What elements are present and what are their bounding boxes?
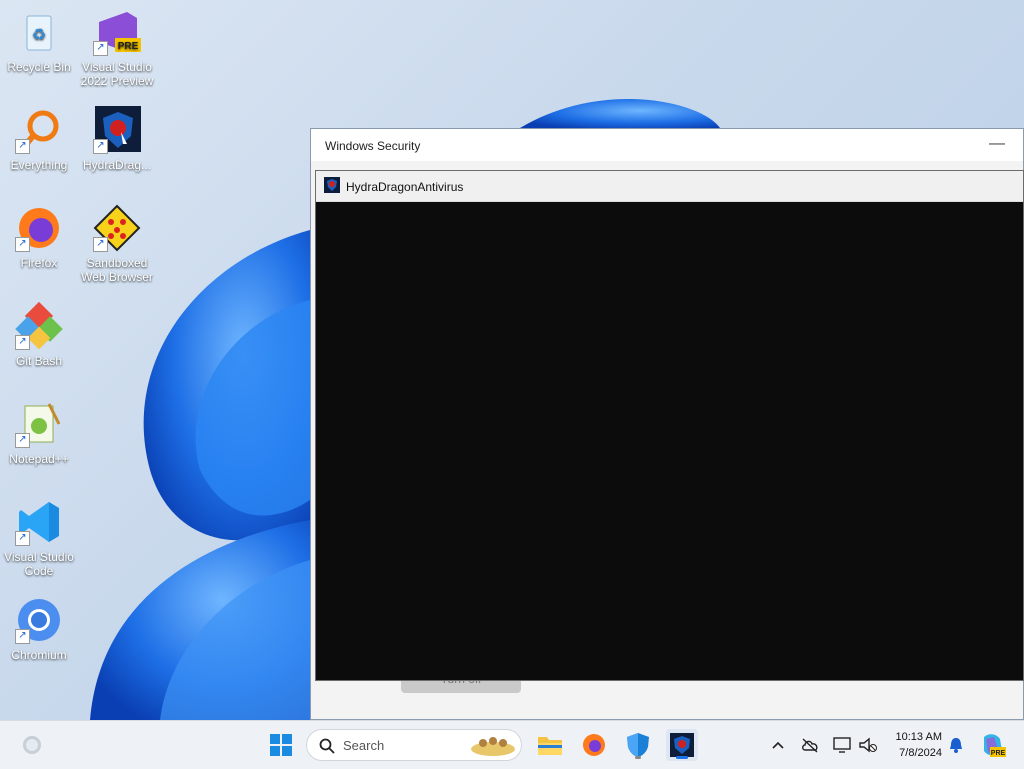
shortcut-arrow-icon: ↗ [93,139,108,154]
visual-studio-icon: PRE ↗ [93,8,141,56]
hydradragon-console-window[interactable]: HydraDragonAntivirus [315,170,1024,681]
shield-icon [627,733,649,757]
svg-text:PRE: PRE [118,41,139,52]
firefox-icon [583,734,605,756]
taskbar-firefox[interactable] [578,729,610,761]
desktop-icon-everything[interactable]: ↗ Everything [2,106,76,172]
desktop-icon-git-bash[interactable]: ↗ Git Bash [2,301,76,368]
svg-text:PRE: PRE [991,750,1006,757]
console-output-area[interactable] [316,202,1023,680]
show-hidden-icons-button[interactable] [768,735,788,755]
network-display-icon [833,737,851,753]
console-titlebar[interactable]: HydraDragonAntivirus [316,171,1023,202]
vscode-icon: ↗ [15,498,63,546]
git-bash-icon: ↗ [15,301,63,350]
taskbar: Search 10:13 AM 7/8/2024 PRE [0,720,1024,769]
start-button[interactable] [265,729,297,761]
taskbar-file-explorer[interactable] [534,729,566,761]
hydradragon-app-icon [324,177,340,193]
window-titlebar[interactable]: Windows Security — [311,129,1023,161]
desktop-icon-hydradragon[interactable]: ↗ HydraDrag... [80,106,154,172]
windows-logo-icon [270,734,292,756]
clock-date: 7/8/2024 [899,747,942,759]
copilot-icon: PRE [984,734,1006,757]
shortcut-arrow-icon: ↗ [93,237,108,252]
desktop-icon-visual-studio-preview[interactable]: PRE ↗ Visual Studio 2022 Preview [80,8,154,88]
sandboxed-browser-icon: ↗ [93,204,141,252]
shortcut-arrow-icon: ↗ [15,629,30,644]
chevron-up-icon [772,741,784,749]
widgets-button[interactable] [16,729,48,761]
taskbar-hydradragon[interactable] [666,729,698,761]
shortcut-arrow-icon: ↗ [15,139,30,154]
shortcut-arrow-icon: ↗ [93,41,108,56]
active-indicator [676,756,688,759]
search-icon [319,738,335,754]
firefox-icon: ↗ [15,204,63,252]
shortcut-arrow-icon: ↗ [15,335,30,350]
folder-icon [538,737,562,755]
network-tray-button[interactable] [832,735,852,755]
speaker-muted-icon [859,737,877,753]
desktop-icon-firefox[interactable]: ↗ Firefox [2,204,76,270]
desktop-icon-vscode[interactable]: ↗ Visual Studio Code [2,498,76,578]
search-highlight-image-icon [471,737,515,756]
onedrive-tray-button[interactable] [800,735,820,755]
shortcut-arrow-icon: ↗ [15,237,30,252]
desktop-icon-sandboxed-browser[interactable]: ↗ Sandboxed Web Browser [80,204,154,284]
volume-tray-button[interactable] [858,735,878,755]
recycle-bin-icon: ♻ [15,8,63,56]
notepad-plus-plus-icon: ↗ [15,400,63,448]
desktop-icon-recycle-bin[interactable]: ♻ Recycle Bin [2,8,76,74]
console-title: HydraDragonAntivirus [346,180,464,194]
desktop-icon-chromium[interactable]: ↗ Chromium [2,596,76,662]
svg-text:♻: ♻ [32,27,46,44]
shortcut-arrow-icon: ↗ [15,531,30,546]
clock-time: 10:13 AM [895,731,942,743]
bell-icon [950,738,962,753]
weather-widget-icon [23,736,41,754]
taskbar-clock[interactable]: 10:13 AM 7/8/2024 [896,729,942,761]
taskbar-windows-security[interactable] [622,729,654,761]
notifications-button[interactable] [946,735,966,755]
shortcut-arrow-icon: ↗ [15,433,30,448]
minimize-button[interactable]: — [985,135,1009,155]
running-indicator [635,756,641,759]
window-title: Windows Security [325,139,421,153]
hydradragon-icon: ↗ [93,106,141,154]
everything-search-icon: ↗ [15,106,63,154]
copilot-button[interactable]: PRE [976,729,1008,761]
desktop-icon-notepad-plus-plus[interactable]: ↗ Notepad++ [2,400,76,466]
search-placeholder: Search [343,738,385,753]
cloud-offline-icon [802,738,818,753]
hydradragon-icon [670,733,694,757]
chromium-icon: ↗ [15,596,63,644]
taskbar-search-box[interactable]: Search [306,729,522,761]
